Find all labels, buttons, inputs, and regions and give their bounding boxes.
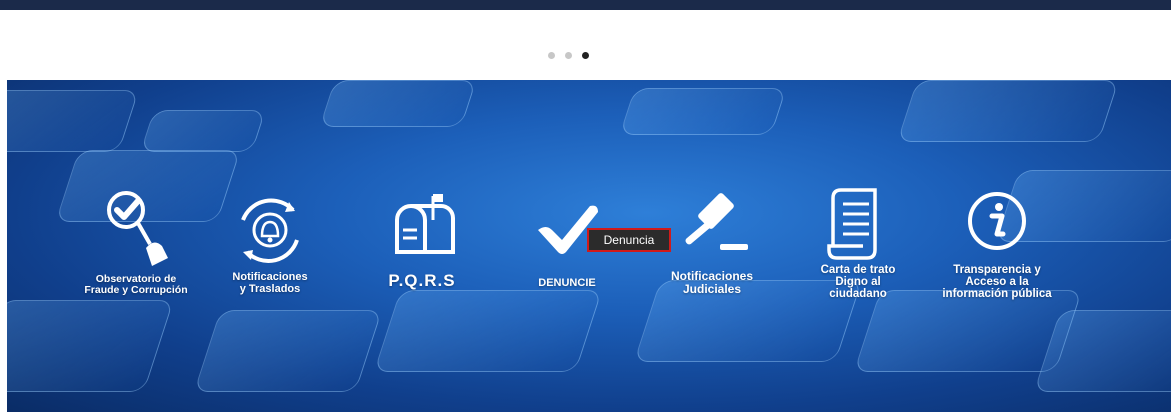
mailbox-icon [395, 194, 455, 254]
info-icon [968, 192, 1026, 250]
denuncie-label: DENUNCIE [538, 277, 596, 289]
gavel-icon [685, 193, 748, 250]
judiciales-label: Notificaciones Judiciales [670, 269, 754, 296]
bg-tile [7, 300, 174, 392]
observatorio-label: Observatorio de Fraude y Corrupción [84, 273, 188, 297]
bg-tile [619, 88, 787, 135]
bell-cycle-icon [241, 198, 299, 263]
notificaciones-judiciales-link[interactable]: Notificaciones Judiciales [657, 188, 767, 295]
pqrs-label: P.Q.R.S [388, 271, 456, 290]
bg-tile [140, 110, 266, 152]
pqrs-link[interactable]: P.Q.R.S [367, 190, 477, 290]
carousel-dot-2[interactable] [565, 52, 572, 59]
bg-tile [193, 310, 383, 392]
notificaciones-traslados-link[interactable]: Notificaciones y Traslados [215, 190, 325, 295]
scroll-document-icon [827, 188, 877, 260]
top-header-bar [0, 0, 1171, 10]
carta-trato-digno-link[interactable]: Carta de trato Digno al ciudadano [804, 184, 912, 300]
notificaciones-label: Notificaciones y Traslados [232, 271, 308, 295]
bg-tile [896, 80, 1120, 142]
bg-tile [319, 80, 477, 127]
carousel-dot-3[interactable] [582, 52, 589, 59]
transparencia-label: Transparencia y Acceso a la información … [942, 264, 1052, 301]
transparencia-link[interactable]: Transparencia y Acceso a la información … [927, 190, 1067, 300]
carousel-dot-1[interactable] [548, 52, 555, 59]
checkmark-magnifier-hand-icon [107, 191, 168, 266]
denuncia-tooltip: Denuncia [587, 228, 671, 252]
bg-tile [373, 290, 603, 372]
carta-label: Carta de trato Digno al ciudadano [820, 264, 896, 301]
observatorio-fraude-link[interactable]: Observatorio de Fraude y Corrupción [71, 188, 201, 296]
carousel-indicators [548, 52, 589, 59]
bg-tile [7, 90, 140, 152]
